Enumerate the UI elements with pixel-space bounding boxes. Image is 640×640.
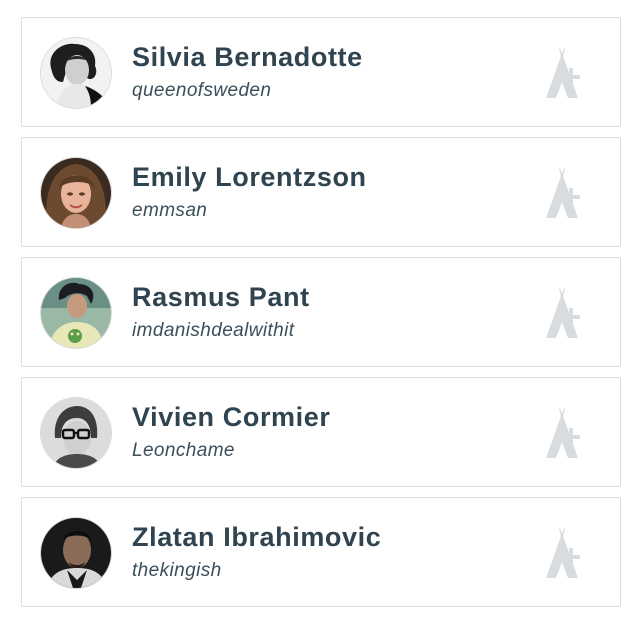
avatar-image xyxy=(41,158,111,228)
avatar-image xyxy=(41,278,111,348)
user-card[interactable]: Vivien Cormier Leonchame xyxy=(21,377,621,487)
user-card[interactable]: Emily Lorentzson emmsan xyxy=(21,137,621,247)
user-list: Silvia Bernadotte queenofsweden Emily Lo… xyxy=(21,17,621,617)
user-name[interactable]: Silvia Bernadotte xyxy=(132,42,363,73)
user-handle[interactable]: thekingish xyxy=(132,560,222,582)
user-name[interactable]: Vivien Cormier xyxy=(132,402,330,433)
user-name[interactable]: Rasmus Pant xyxy=(132,282,310,313)
avatar-image xyxy=(41,38,111,108)
avatar-image xyxy=(41,398,111,468)
tent-plus-icon xyxy=(546,408,580,458)
follow-button[interactable] xyxy=(540,46,590,100)
tent-plus-icon xyxy=(546,168,580,218)
follow-button[interactable] xyxy=(540,286,590,340)
tent-plus-icon xyxy=(546,288,580,338)
user-card[interactable]: Rasmus Pant imdanishdealwithit xyxy=(21,257,621,367)
avatar[interactable] xyxy=(41,158,111,228)
tent-plus-icon xyxy=(546,528,580,578)
user-card[interactable]: Silvia Bernadotte queenofsweden xyxy=(21,17,621,127)
avatar[interactable] xyxy=(41,38,111,108)
follow-button[interactable] xyxy=(540,406,590,460)
avatar[interactable] xyxy=(41,278,111,348)
user-handle[interactable]: imdanishdealwithit xyxy=(132,320,294,342)
user-handle[interactable]: queenofsweden xyxy=(132,80,271,102)
follow-button[interactable] xyxy=(540,166,590,220)
user-handle[interactable]: Leonchame xyxy=(132,440,235,462)
avatar[interactable] xyxy=(41,398,111,468)
user-card[interactable]: Zlatan Ibrahimovic thekingish xyxy=(21,497,621,607)
avatar-image xyxy=(41,518,111,588)
user-name[interactable]: Zlatan Ibrahimovic xyxy=(132,522,381,553)
avatar[interactable] xyxy=(41,518,111,588)
user-handle[interactable]: emmsan xyxy=(132,200,207,222)
user-name[interactable]: Emily Lorentzson xyxy=(132,162,367,193)
tent-plus-icon xyxy=(546,48,580,98)
follow-button[interactable] xyxy=(540,526,590,580)
